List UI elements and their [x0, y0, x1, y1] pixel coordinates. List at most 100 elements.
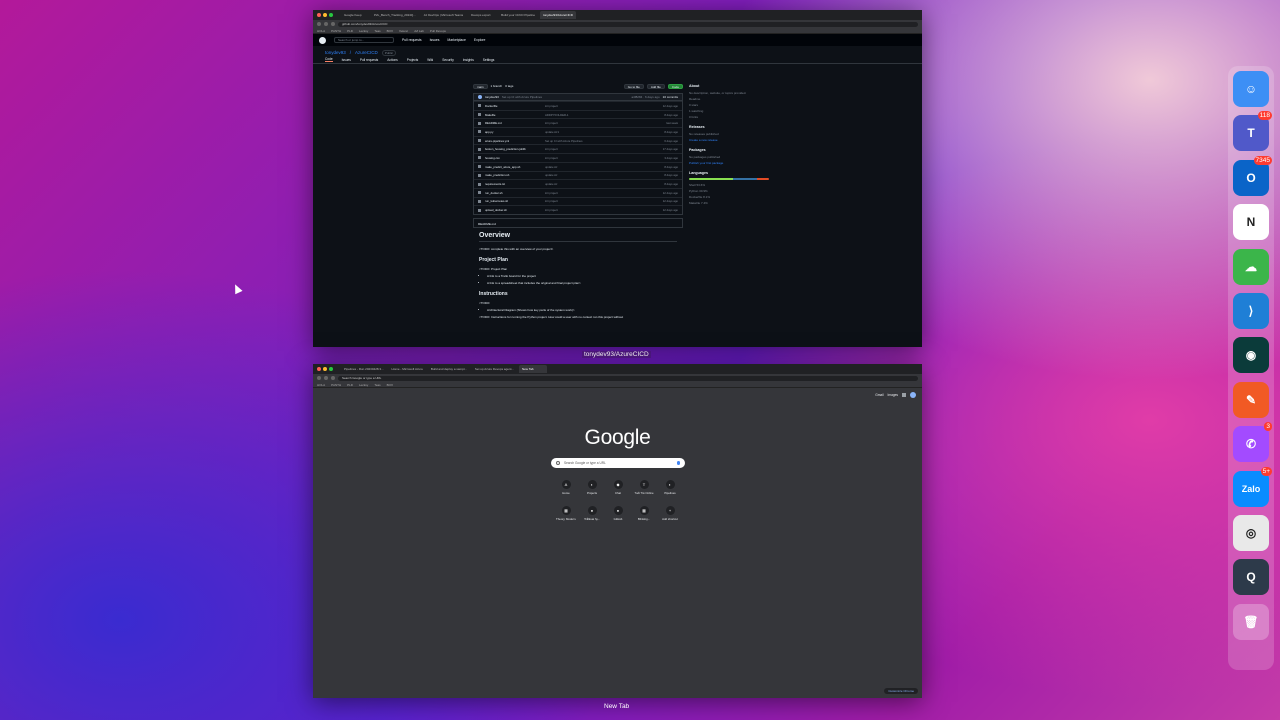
file-commit-message[interactable]: init project	[545, 147, 663, 151]
dock-trash-icon[interactable]: 🗑	[1233, 603, 1269, 640]
file-name[interactable]: Makefile	[485, 113, 545, 117]
language-item[interactable]: Python 30.9%	[689, 189, 769, 193]
file-name[interactable]: README.md	[485, 121, 545, 125]
file-commit-message[interactable]: init project	[545, 199, 663, 203]
reload-icon[interactable]	[331, 376, 335, 380]
file-commit-message[interactable]: init project	[545, 191, 663, 195]
file-name[interactable]: requirements.txt	[485, 182, 545, 186]
readme-link[interactable]: Readme	[689, 97, 769, 101]
minimize-button[interactable]	[323, 13, 327, 17]
file-commit-message[interactable]: update Az	[545, 182, 664, 186]
file-commit-message[interactable]: init project	[545, 104, 663, 108]
shortcut-tile[interactable]: ● TrắIkuai hy...	[582, 506, 602, 521]
url-field[interactable]: github.com/tonydev93/AzureCICD	[338, 21, 918, 27]
bookmark[interactable]: Teas	[374, 29, 380, 33]
dock-vscode-icon[interactable]: ⟩	[1233, 293, 1269, 329]
back-icon[interactable]	[317, 22, 321, 26]
stars-link[interactable]: 0 stars	[689, 103, 769, 107]
file-row[interactable]: Makefile ADDPYFOLDER-1 8 days ago	[474, 109, 682, 119]
file-commit-message[interactable]: init project	[545, 121, 666, 125]
bookmark[interactable]: BOX	[387, 383, 393, 387]
customize-chrome-button[interactable]: Customize Chrome	[884, 688, 918, 694]
tab[interactable]: Set up Azure Devops agent...	[472, 365, 517, 373]
header-link[interactable]: Explore	[474, 38, 486, 42]
bookmark[interactable]: PANTH	[331, 29, 341, 33]
file-row[interactable]: Dockerfile init project 12 days ago	[474, 101, 682, 110]
avatar[interactable]	[478, 95, 482, 99]
window-controls[interactable]	[317, 13, 333, 17]
file-name[interactable]: boston_housing_prediction.joblib	[485, 147, 545, 151]
bookmark[interactable]: Xelenc	[399, 29, 408, 33]
file-row[interactable]: make_prediction.sh update Az 8 days ago	[474, 170, 682, 180]
tab-projects[interactable]: Projects	[407, 58, 419, 62]
chrome-new-tab-window[interactable]: Pipelines - Run 20230428.3... Home - Mic…	[313, 364, 922, 698]
file-name[interactable]: azure-pipelines.yml	[485, 139, 545, 143]
branch-select[interactable]: main	[473, 83, 488, 89]
file-name[interactable]: Dockerfile	[485, 104, 545, 108]
file-row[interactable]: run_kubernetes.sh init project 12 days ago	[474, 196, 682, 206]
bookmark[interactable]: Lecksy	[359, 29, 368, 33]
commit-author[interactable]: tonydev93	[485, 95, 499, 99]
shortcut-tile[interactable]: ▦ Theory, Modern...	[556, 506, 576, 521]
code-button[interactable]: Code	[667, 83, 683, 89]
dock-cloud-app-icon[interactable]: ☁	[1233, 248, 1269, 285]
bookmark[interactable]: PANTH	[331, 383, 341, 387]
dock-pen-app-icon[interactable]: ✎	[1233, 381, 1269, 418]
images-link[interactable]: Images	[888, 393, 898, 397]
apps-grid-icon[interactable]	[902, 393, 906, 397]
zoom-button[interactable]	[329, 367, 333, 371]
dock-quicktime-icon[interactable]: Q	[1233, 559, 1269, 596]
bookmark[interactable]: HOLA	[317, 383, 325, 387]
tab-code[interactable]: Code	[325, 57, 333, 62]
branches-link[interactable]: 1 branch	[491, 84, 503, 88]
file-row[interactable]: app.py update Az1 8 days ago	[474, 127, 682, 136]
tab[interactable]: Home - Microsoft Azure	[389, 365, 426, 373]
dock-gitkraken-icon[interactable]: ◉	[1233, 337, 1269, 374]
file-commit-message[interactable]: Set up CI with Azure Pipelines	[545, 139, 664, 143]
dock-chrome-icon[interactable]: ◎	[1233, 515, 1269, 551]
file-commit-message[interactable]: init project	[545, 208, 663, 212]
commit-count[interactable]: 10 commits	[663, 95, 678, 99]
repo-name[interactable]: AzureCICD	[355, 50, 378, 55]
commit-info[interactable]: a4f8284 · 6 days ago	[631, 95, 659, 99]
profile-avatar[interactable]	[910, 392, 916, 398]
bookmark[interactable]: PLD	[347, 29, 353, 33]
tab-issues[interactable]: Issues	[342, 58, 351, 62]
dock-outlook-icon[interactable]: O 7345	[1233, 155, 1272, 196]
forward-icon[interactable]	[324, 376, 328, 380]
shortcut-tile[interactable]: T Tuổi Trẻ Online	[634, 480, 654, 495]
github-logo-icon[interactable]	[319, 36, 326, 44]
file-commit-message[interactable]: init project	[545, 156, 664, 160]
file-commit-message[interactable]: update Az	[545, 173, 664, 177]
file-commit-message[interactable]: update Az1	[545, 130, 664, 134]
google-search-box[interactable]: Search Google or type a URL	[551, 458, 685, 468]
readme-header[interactable]: README.md	[473, 217, 683, 228]
file-row[interactable]: requirements.txt update Az 8 days ago	[474, 179, 682, 188]
tab-active[interactable]: New Tab	[518, 365, 547, 373]
file-name[interactable]: make_prediction.sh	[485, 173, 545, 177]
file-name[interactable]: run_kubernetes.sh	[485, 199, 545, 203]
create-release-link[interactable]: Create a new release	[689, 138, 769, 142]
header-link[interactable]: Issues	[430, 38, 440, 42]
shortcut-tile[interactable]: ◐ Pipelines	[660, 480, 680, 495]
file-name[interactable]: run_docker.sh	[485, 191, 545, 195]
file-name[interactable]: app.py	[485, 130, 545, 134]
file-name[interactable]: housing.csv	[485, 156, 545, 160]
tab-actions[interactable]: Actions	[387, 58, 397, 62]
releases-title[interactable]: Releases	[689, 125, 769, 129]
github-browser-window[interactable]: Google Keep P2L_Bench_Tracking_2024Q... …	[313, 10, 922, 347]
file-row[interactable]: upload_docker.sh init project 12 days ago	[474, 205, 682, 214]
tab-security[interactable]: Security	[442, 58, 454, 62]
gmail-link[interactable]: Gmail	[875, 393, 883, 397]
tab[interactable]: Devops export	[468, 11, 496, 19]
language-item[interactable]: Shell 53.6%	[689, 183, 769, 187]
file-commit-message[interactable]: update Az	[545, 165, 664, 169]
bookmark[interactable]: Lecksy	[359, 383, 368, 387]
forward-icon[interactable]	[324, 22, 328, 26]
file-commit-message[interactable]: ADDPYFOLDER-1	[545, 113, 664, 117]
tab-pull-requests[interactable]: Pull requests	[360, 58, 378, 62]
file-name[interactable]: upload_docker.sh	[485, 208, 545, 212]
file-row[interactable]: README.md init project last week	[474, 118, 682, 127]
language-item[interactable]: Dockerfile 8.1%	[689, 195, 769, 199]
publish-package-link[interactable]: Publish your first package	[689, 161, 769, 165]
